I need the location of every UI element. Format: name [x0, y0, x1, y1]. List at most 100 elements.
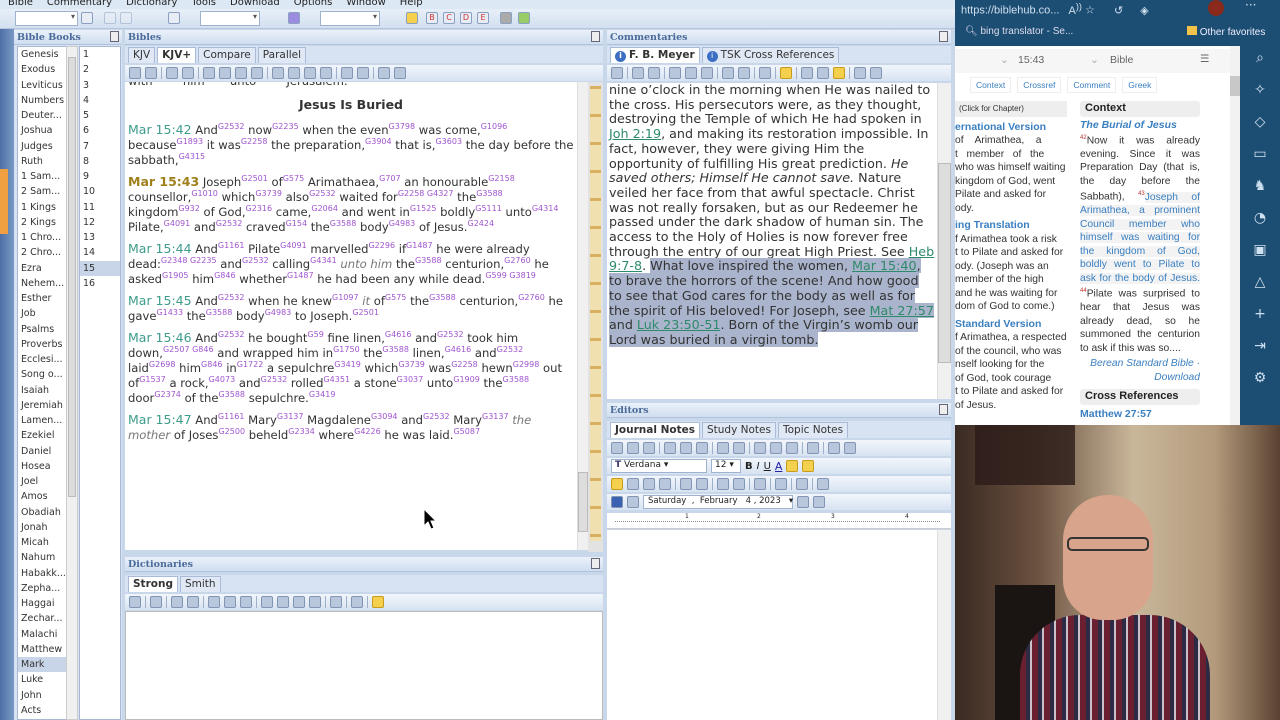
strongs-number[interactable]: G846 [201, 360, 222, 369]
search-icon[interactable]: ⌕ [1240, 50, 1280, 82]
book-item[interactable]: 2 Chro... [18, 245, 66, 260]
book-item[interactable]: Micah [18, 535, 66, 550]
tab-strong[interactable]: Strong [128, 576, 178, 592]
layout-b-icon[interactable] [801, 67, 813, 79]
tab-kjv[interactable]: KJV [128, 47, 156, 63]
grid-icon[interactable] [500, 12, 512, 24]
link-icon[interactable] [372, 596, 384, 608]
outdent-icon[interactable] [717, 478, 729, 490]
strongs-number[interactable]: G5087 [453, 427, 480, 436]
tab-topic-notes[interactable]: Topic Notes [777, 422, 849, 438]
book-item[interactable]: Jeremiah [18, 398, 66, 413]
eraser-icon[interactable] [288, 12, 300, 24]
book-item[interactable]: Esther [18, 291, 66, 306]
strongs-number[interactable]: G3588 [218, 390, 245, 399]
chapter-item[interactable]: 5 [80, 108, 120, 123]
strongs-number[interactable]: G3588 [330, 219, 357, 228]
font-icon[interactable] [309, 596, 321, 608]
font-color-icon[interactable]: A [775, 460, 783, 473]
section-title[interactable]: The Burial of Jesus [1080, 119, 1200, 133]
strongs-number[interactable]: G3739 [398, 360, 425, 369]
new-icon[interactable] [611, 442, 623, 454]
redo-icon[interactable] [733, 442, 745, 454]
plus-icon[interactable]: + [1240, 306, 1280, 338]
strongs-number[interactable]: G3739 [255, 189, 282, 198]
clear-icon[interactable] [182, 67, 194, 79]
strongs-number[interactable]: G575 [385, 293, 406, 302]
strongs-number[interactable]: G3137 [482, 412, 509, 421]
indent-icon[interactable] [733, 478, 745, 490]
pin-icon[interactable] [591, 558, 600, 569]
download-link[interactable]: Download [1154, 372, 1200, 383]
strongs-number[interactable]: G1722 [237, 360, 264, 369]
layout-c-icon[interactable] [817, 67, 829, 79]
book-item[interactable]: Malachi [18, 627, 66, 642]
strongs-number[interactable]: G2532 [423, 412, 450, 421]
strongs-number[interactable]: G2532 [309, 189, 336, 198]
strongs-number[interactable]: G4616 [385, 330, 412, 339]
strongs-number[interactable]: G2158 [488, 174, 515, 183]
strongs-number[interactable]: G2296 [368, 241, 395, 250]
bullet-list-icon[interactable] [696, 478, 708, 490]
version-select[interactable]: Bible [1110, 54, 1133, 66]
back-icon[interactable] [129, 596, 141, 608]
book-item[interactable]: Exodus [18, 62, 66, 77]
prev-icon[interactable] [854, 67, 866, 79]
book-item[interactable]: Genesis [18, 47, 66, 62]
strongs-number[interactable]: G1096 [481, 122, 508, 131]
book-item[interactable]: Acts [18, 703, 66, 718]
book-item[interactable]: Ecclesi... [18, 352, 66, 367]
tab-f-b-meyer[interactable]: i F. B. Meyer [610, 47, 700, 63]
strongs-number[interactable]: G1525 [410, 204, 437, 213]
chapter-item[interactable]: 15 [80, 260, 120, 276]
strongs-number[interactable]: G2235 [272, 122, 299, 131]
book-item[interactable]: Habakk... [18, 566, 66, 581]
page-scrollbar[interactable] [1230, 46, 1240, 425]
find-icon[interactable] [643, 442, 655, 454]
strongs-number[interactable]: G2532 [218, 293, 245, 302]
link-icon[interactable] [780, 67, 792, 79]
image-icon[interactable] [786, 442, 798, 454]
filter-combo[interactable] [320, 11, 380, 26]
verse-ref[interactable]: Mar 15:44 [128, 241, 192, 256]
strongs-number[interactable]: G2334 [288, 427, 315, 436]
tag-icon[interactable]: ◇ [1240, 114, 1280, 146]
nav-context[interactable]: Context [970, 77, 1012, 93]
chapter-item[interactable]: 9 [80, 169, 120, 184]
book-item[interactable]: 1 Chro... [18, 230, 66, 245]
bing-icon[interactable]: ◔ [1240, 210, 1280, 242]
strongs-number[interactable]: G4314 [532, 204, 559, 213]
book-item[interactable]: Daniel [18, 444, 66, 459]
dictionary-content[interactable] [125, 611, 603, 720]
spellcheck-icon[interactable] [627, 442, 639, 454]
panel-icon[interactable]: ⇥ [1240, 338, 1280, 370]
strongs-number[interactable]: G1010 [191, 189, 218, 198]
menu-download[interactable]: Download [230, 0, 280, 8]
history-icon[interactable]: ↺ [1114, 5, 1123, 17]
strongs-number[interactable]: G4983 [389, 219, 416, 228]
tab-kjv-[interactable]: KJV+ [157, 47, 197, 63]
book-item[interactable]: Psalms [18, 322, 66, 337]
wrap-icon[interactable] [754, 478, 766, 490]
commentary-scrollbar[interactable] [937, 83, 951, 399]
save-icon[interactable] [611, 496, 623, 508]
zoom-icon[interactable] [330, 596, 342, 608]
bible-text[interactable]: withG4872 himG846 untoG1519 Jerusalem.G2… [125, 82, 577, 550]
tab-journal-notes[interactable]: Journal Notes [610, 422, 700, 438]
strongs-number[interactable]: G3588 [503, 375, 530, 384]
copy-icon[interactable] [150, 596, 162, 608]
outlook-icon[interactable]: ▣ [1240, 242, 1280, 274]
color-icon[interactable] [277, 596, 289, 608]
list-icon[interactable] [669, 67, 681, 79]
scripture-link[interactable]: Mat 27:57 [869, 302, 934, 318]
menu-tools[interactable]: Tools [191, 0, 216, 8]
back-icon[interactable] [104, 12, 116, 24]
print-icon[interactable] [145, 67, 157, 79]
clear-icon[interactable] [187, 596, 199, 608]
book-item[interactable]: 1 Sam... [18, 169, 66, 184]
undo-icon[interactable] [717, 442, 729, 454]
verse-ref[interactable]: Mar 15:47 [128, 412, 192, 427]
pin-icon[interactable] [939, 404, 948, 415]
binoculars-icon[interactable] [171, 596, 183, 608]
favorite-star-icon[interactable]: ☆ [1085, 5, 1095, 17]
